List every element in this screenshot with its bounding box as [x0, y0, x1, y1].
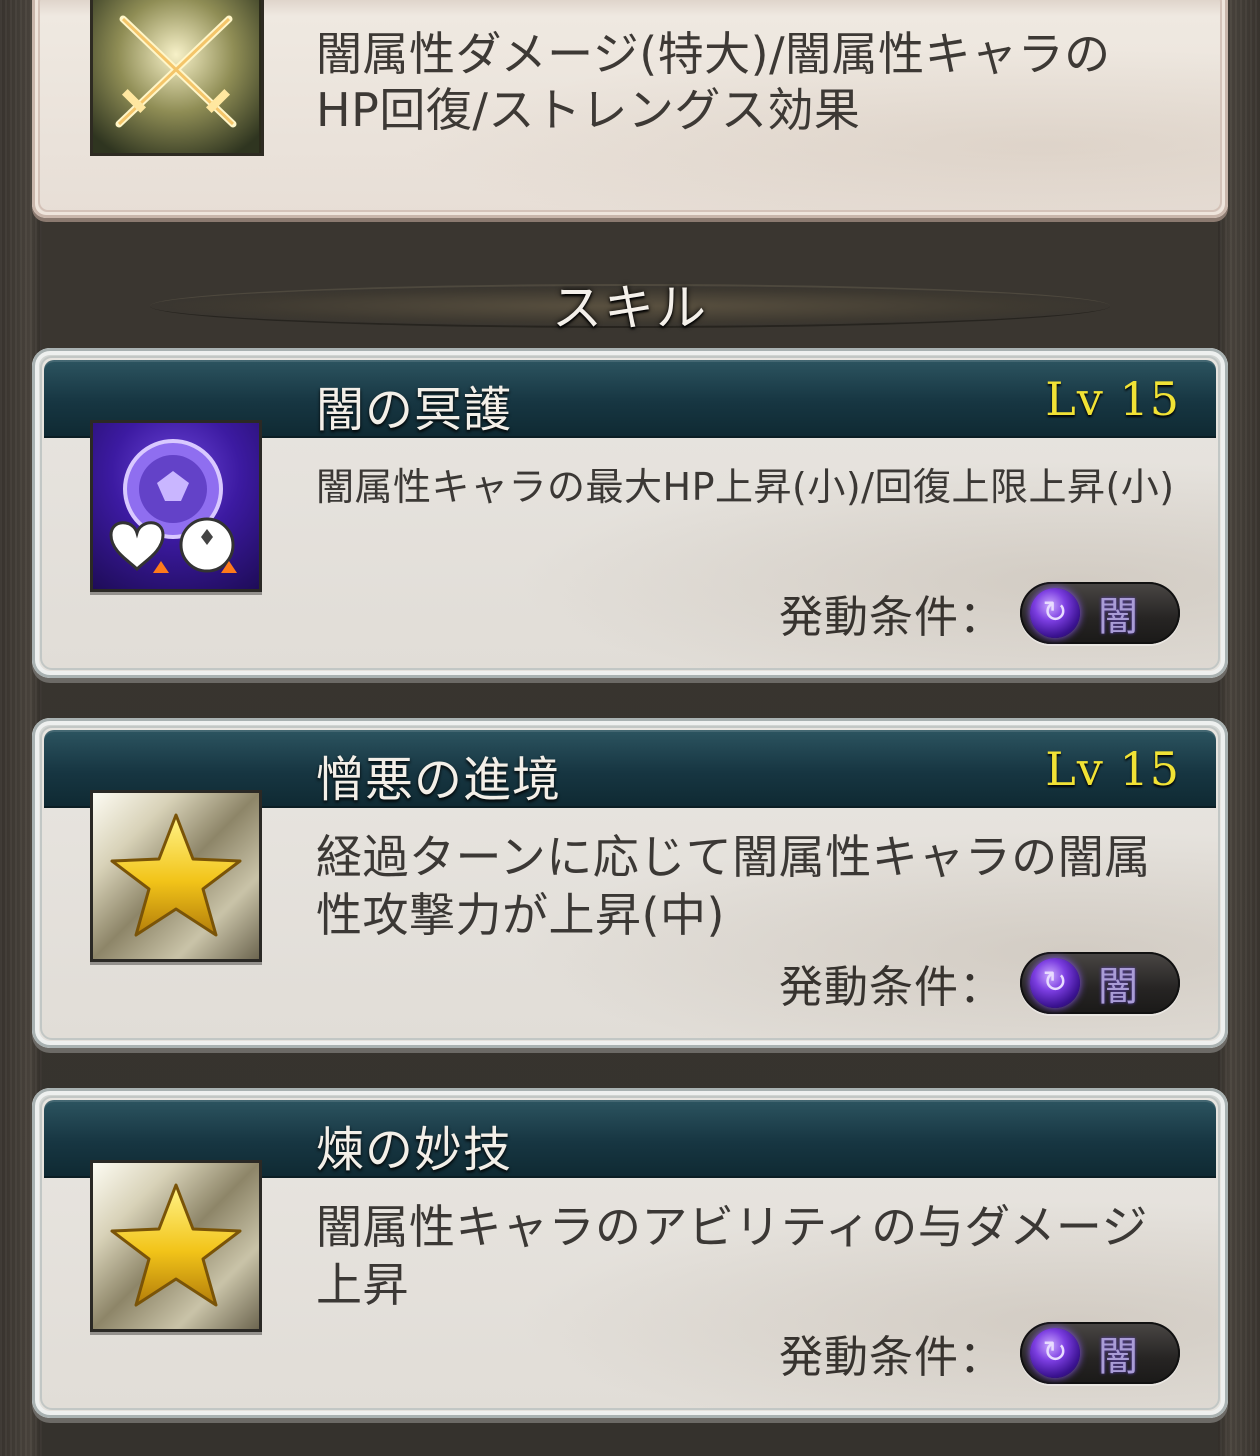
skill-description: 闇属性キャラのアビリティの与ダメージ上昇	[316, 1200, 1148, 1312]
element-badge: ↻ 闇	[1020, 582, 1180, 644]
skill-description: 経過ターンに応じて闇属性キャラの闇属性攻撃力が上昇(中)	[316, 830, 1151, 942]
skill-level: Lv 15	[1045, 742, 1180, 796]
skill-name: 闇の冥護	[316, 382, 513, 438]
condition-label: 発動条件：	[779, 1332, 1004, 1383]
crossed-swords-icon	[90, 0, 264, 156]
skill-level: Lv 15	[1045, 372, 1180, 426]
dark-element-icon: ↻	[1030, 1328, 1080, 1378]
dark-hp-up-icon	[90, 420, 262, 592]
summon-effect-description: 闇属性ダメージ(特大)/闇属性キャラのHP回復/ストレングス効果	[316, 27, 1111, 137]
skill-card[interactable]: 煉の妙技 闇属性キャラのアビリティの与ダメージ上昇 発動条件： ↻ 闇	[32, 1088, 1228, 1418]
activation-condition: 発動条件： ↻ 闇	[779, 1322, 1180, 1384]
condition-label: 発動条件：	[779, 962, 1004, 1013]
star-icon	[90, 1160, 262, 1332]
element-badge: ↻ 闇	[1020, 1322, 1180, 1384]
section-title: スキル	[552, 279, 708, 337]
summon-effect-card: 闇属性ダメージ(特大)/闇属性キャラのHP回復/ストレングス効果	[32, 0, 1228, 218]
element-label: 闇	[1098, 1334, 1138, 1380]
dark-element-icon: ↻	[1030, 588, 1080, 638]
activation-condition: 発動条件： ↻ 闇	[779, 582, 1180, 644]
element-badge: ↻ 闇	[1020, 952, 1180, 1014]
skill-card[interactable]: 闇の冥護 Lv 15 闇属性キャラの最大HP上昇(小)/回復上限上昇(小) 発動…	[32, 348, 1228, 678]
activation-condition: 発動条件： ↻ 闇	[779, 952, 1180, 1014]
element-label: 闇	[1098, 964, 1138, 1010]
skill-card[interactable]: 憎悪の進境 Lv 15 経過ターンに応じて闇属性キャラの闇属性攻撃力が上昇(中)…	[32, 718, 1228, 1048]
element-label: 闇	[1098, 594, 1138, 640]
skill-description: 闇属性キャラの最大HP上昇(小)/回復上限上昇(小)	[316, 465, 1175, 509]
dark-element-icon: ↻	[1030, 958, 1080, 1008]
skill-name: 煉の妙技	[316, 1122, 513, 1178]
skill-name: 憎悪の進境	[316, 752, 562, 808]
condition-label: 発動条件：	[779, 592, 1004, 643]
star-icon	[90, 790, 262, 962]
section-header: スキル	[0, 262, 1260, 338]
